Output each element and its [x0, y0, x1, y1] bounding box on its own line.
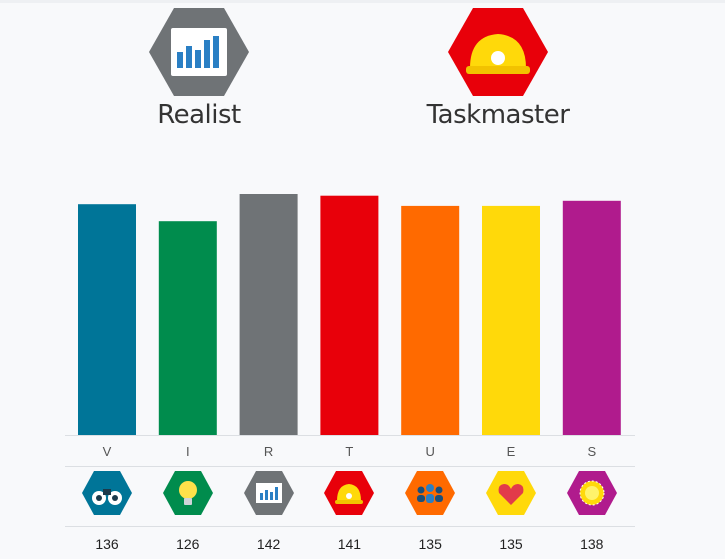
value-label: 138	[580, 536, 604, 552]
bar-V	[78, 204, 136, 435]
category-label: I	[185, 444, 190, 459]
axis-baseline	[65, 435, 635, 436]
bar-R	[239, 194, 298, 435]
bar-E	[482, 205, 540, 435]
value-label: 135	[418, 536, 442, 552]
category-label: R	[263, 444, 274, 459]
value-label: 141	[337, 536, 362, 552]
category-label: V	[102, 444, 112, 459]
bar-U	[401, 205, 460, 435]
row-divider	[65, 466, 635, 467]
binoculars-icon	[82, 471, 142, 523]
lightbulb-icon	[162, 471, 223, 523]
hard-hat-icon	[324, 471, 384, 523]
row-divider	[65, 526, 635, 527]
bar-chart-icon	[243, 471, 304, 523]
value-label: 135	[499, 536, 523, 552]
value-label: 126	[176, 536, 200, 552]
heart-icon	[486, 471, 546, 523]
bar-S	[562, 200, 621, 435]
category-label: T	[345, 444, 354, 459]
category-label: U	[425, 444, 435, 459]
category-label: S	[587, 444, 597, 459]
sun-icon	[566, 471, 627, 523]
bar-I	[158, 221, 217, 435]
value-label: 136	[95, 536, 119, 552]
people-icon	[405, 471, 465, 523]
value-label: 142	[256, 536, 281, 552]
category-label: E	[506, 444, 516, 459]
bar-T	[320, 195, 379, 435]
